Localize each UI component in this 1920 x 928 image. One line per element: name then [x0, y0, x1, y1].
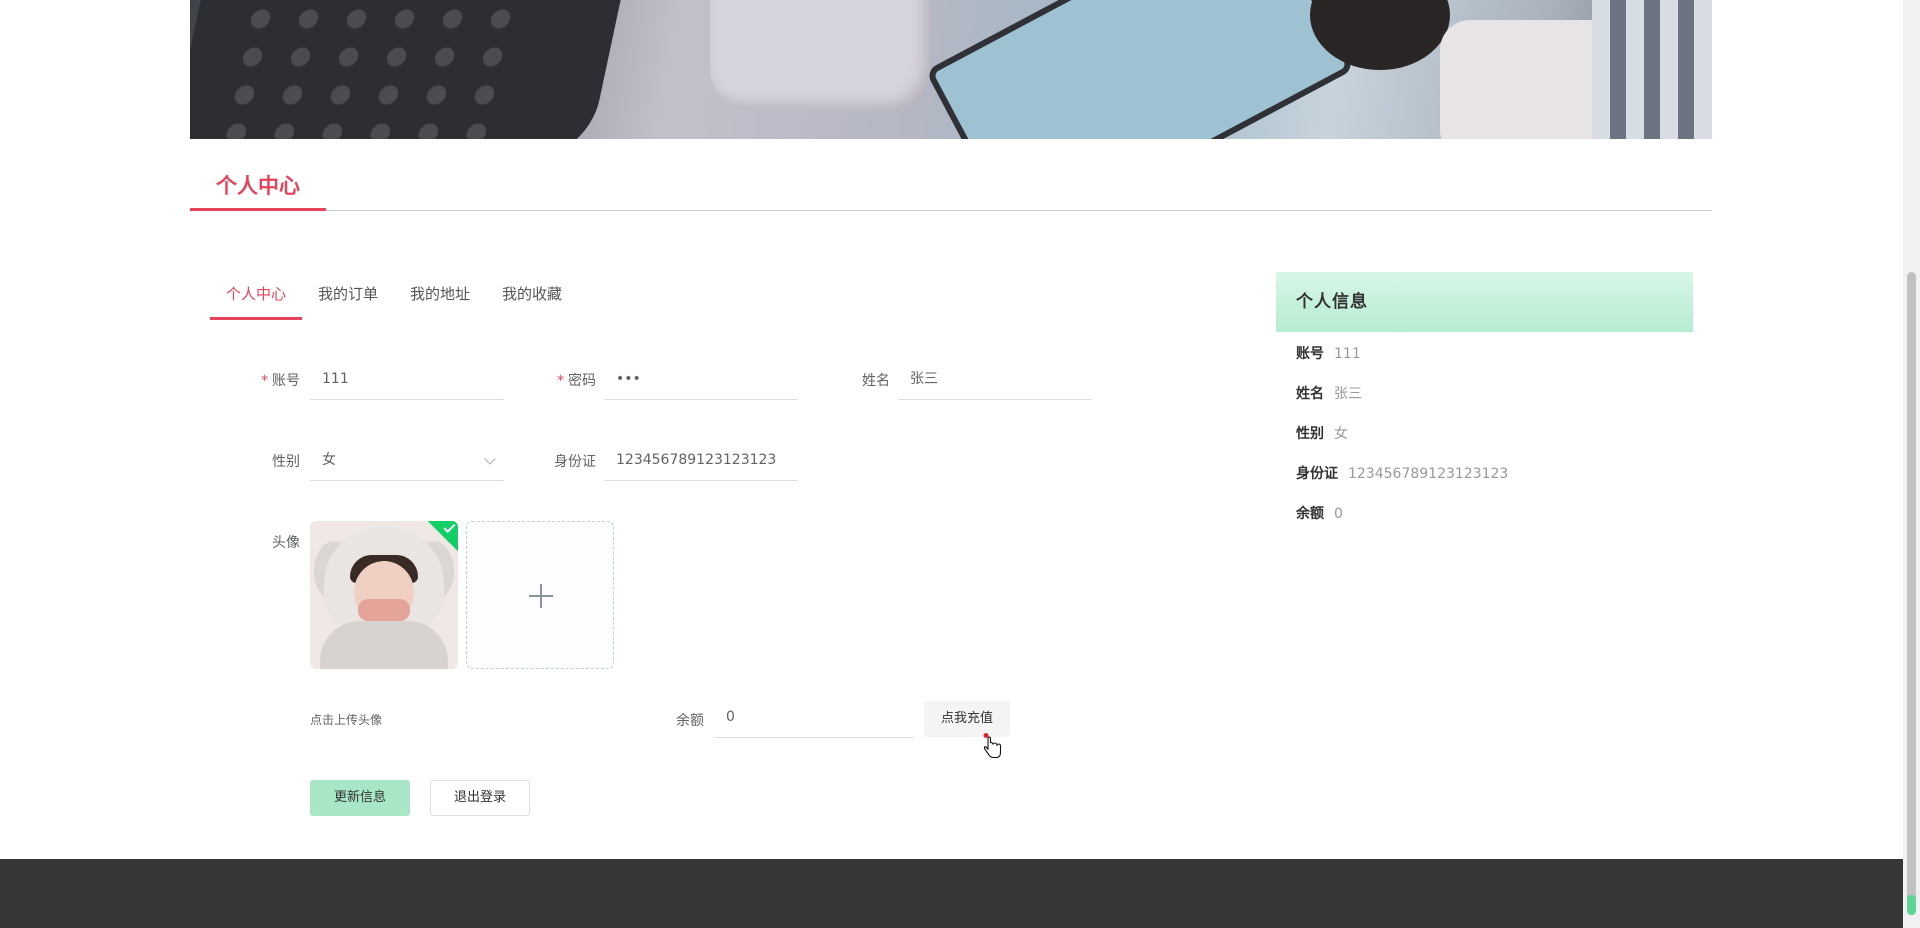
section-title: 个人中心 — [190, 166, 326, 211]
page: 个人中心 个人中心 我的订单 我的地址 我的收藏 * 账号 111 * 密码 •••… — [0, 0, 1920, 928]
info-row-gender: 性别女 — [1296, 426, 1348, 442]
vertical-scrollbar[interactable] — [1903, 0, 1920, 928]
recharge-button[interactable]: 点我充值 — [924, 701, 1010, 737]
name-label: 姓名 — [862, 373, 890, 389]
id-card-input[interactable]: 123456789123123123 — [604, 441, 798, 481]
account-input[interactable]: 111 — [310, 360, 504, 400]
update-info-button[interactable]: 更新信息 — [310, 780, 410, 816]
personal-info-card: 个人信息 账号 111 姓名 张三 性别女 身份证 12345678912312312… — [1276, 272, 1693, 534]
required-mark: * — [557, 373, 564, 389]
name-input[interactable]: 张三 — [898, 360, 1092, 400]
avatar-label: 头像 — [272, 535, 300, 551]
section-header: 个人中心 — [190, 166, 1712, 211]
upload-tip: 点击上传头像 — [310, 713, 383, 727]
info-row-name: 姓名 张三 — [1296, 386, 1362, 402]
balance-label: 余额 — [676, 713, 704, 729]
banner-image — [190, 0, 1712, 139]
card-title: 个人信息 — [1276, 272, 1693, 332]
logout-button[interactable]: 退出登录 — [430, 780, 530, 816]
info-row-id-card: 身份证 123456789123123123 — [1296, 466, 1509, 482]
info-row-balance: 余额 0 — [1296, 506, 1343, 522]
gender-label: 性别 — [272, 454, 300, 470]
password-label: * 密码 — [557, 373, 596, 389]
account-label: * 账号 — [261, 373, 300, 389]
password-input[interactable]: ••• — [604, 360, 798, 400]
chevron-down-icon — [484, 453, 496, 465]
footer — [0, 859, 1903, 928]
info-row-account: 账号 111 — [1296, 346, 1361, 362]
tab-favorites[interactable]: 我的收藏 — [486, 272, 578, 320]
id-card-label: 身份证 — [554, 454, 596, 470]
avatar-image[interactable] — [310, 521, 458, 669]
tab-address[interactable]: 我的地址 — [394, 272, 486, 320]
tab-orders[interactable]: 我的订单 — [302, 272, 394, 320]
tab-profile[interactable]: 个人中心 — [210, 272, 303, 320]
required-mark: * — [261, 373, 268, 389]
gender-value: 女 — [322, 452, 336, 468]
tab-bar: 个人中心 我的订单 我的地址 我的收藏 — [210, 272, 578, 320]
upload-avatar-button[interactable] — [466, 521, 614, 669]
gender-select[interactable]: 女 — [310, 441, 504, 481]
balance-input[interactable]: 0 — [714, 698, 914, 738]
hand-pointer-icon — [983, 733, 1002, 759]
scrollbar-thumb[interactable] — [1907, 272, 1916, 912]
